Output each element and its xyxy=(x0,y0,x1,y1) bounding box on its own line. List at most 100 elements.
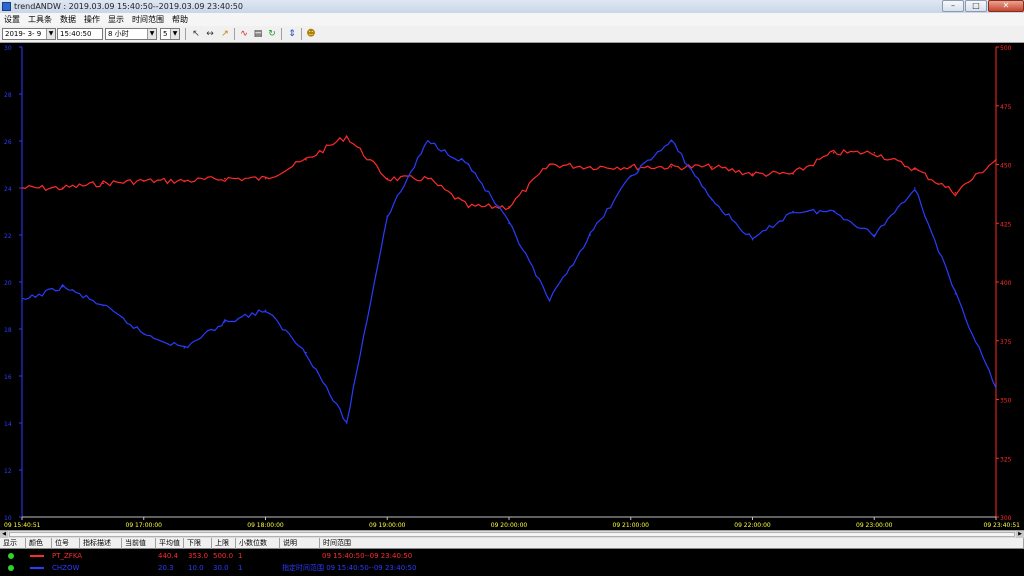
trend-chart[interactable]: 30 28 26 24 22 20 18 16 14 12 10 500 475 450 425 400 375… xyxy=(0,43,1024,530)
series-point-CHZOW xyxy=(589,234,591,236)
refresh-icon[interactable]: ↻ xyxy=(266,28,278,40)
col-time-range[interactable]: 时间范围 xyxy=(320,538,1024,549)
menu-operation[interactable]: 操作 xyxy=(80,13,104,26)
legend-row-2[interactable]: CHZOW 20.3 10.0 30.0 1 指定时间范围 09 15:40:5… xyxy=(0,562,1024,574)
decimals: 1 xyxy=(238,564,243,572)
menu-data[interactable]: 数据 xyxy=(56,13,80,26)
series-point-CHZOW xyxy=(61,285,64,288)
left-tick-label: 28 xyxy=(4,92,12,99)
x-tick-label: 09 20:00:00 xyxy=(491,522,528,529)
series-point-PT_ZFKA xyxy=(508,206,510,208)
left-tick-label: 14 xyxy=(4,421,12,428)
col-low[interactable]: 下限 xyxy=(184,538,212,549)
left-tick-label: 18 xyxy=(4,327,12,334)
cursor-icon[interactable]: ↖ xyxy=(190,28,202,40)
left-tick-label: 20 xyxy=(4,280,12,287)
series-point-CHZOW xyxy=(751,238,754,241)
low-limit: 10.0 xyxy=(188,564,204,572)
col-decimals[interactable]: 小数位数 xyxy=(236,538,280,549)
col-desc[interactable]: 指标描述 xyxy=(80,538,122,549)
right-tick-label: 500 xyxy=(1000,45,1012,52)
series-point-CHZOW xyxy=(21,300,23,302)
series-point-CHZOW xyxy=(467,163,470,166)
col-high[interactable]: 上限 xyxy=(212,538,236,549)
close-button[interactable]: ✕ xyxy=(988,0,1024,12)
chevron-down-icon[interactable]: ▼ xyxy=(46,29,55,39)
chevron-down-icon[interactable]: ▼ xyxy=(147,29,156,39)
time-range: 09 15:40:50--09 23:40:50 xyxy=(322,552,413,560)
span-value: 8 小时 xyxy=(108,30,129,38)
series-point-PT_ZFKA xyxy=(711,166,713,168)
trend-plot[interactable]: 30 28 26 24 22 20 18 16 14 12 10 500 475 450 425 400 375… xyxy=(0,43,1024,530)
legend-row-1[interactable]: PT_ZFKA 440.4 353.0 500.0 1 09 15:40:50-… xyxy=(0,550,1024,562)
series-point-PT_ZFKA xyxy=(914,168,916,170)
zoom-out-icon[interactable]: ↔ xyxy=(204,28,216,40)
chevron-down-icon[interactable]: ▼ xyxy=(170,29,179,39)
series-point-CHZOW xyxy=(345,422,348,424)
right-tick-label: 475 xyxy=(1000,104,1012,111)
col-show[interactable]: 显示 xyxy=(0,538,26,549)
color-swatch[interactable] xyxy=(30,567,44,569)
menu-time-range[interactable]: 时间范围 xyxy=(128,13,168,26)
visible-dot-icon[interactable] xyxy=(8,553,14,559)
trend-icon[interactable]: ↗ xyxy=(219,28,231,40)
step-value: 5 xyxy=(163,30,168,38)
maximize-button[interactable]: □ xyxy=(965,0,987,12)
x-tick-label: 09 23:00:00 xyxy=(856,522,893,529)
series-point-PT_ZFKA xyxy=(61,187,64,189)
toolbar: 2019- 3- 9 ▼ 15:40:50 8 小时 ▼ 5 ▼ ↖ ↔ ↗ ∿… xyxy=(0,26,1024,43)
series-point-CHZOW xyxy=(914,187,916,189)
series-point-CHZOW xyxy=(792,210,794,213)
series-point-PT_ZFKA xyxy=(670,166,673,168)
tag-name: CHZOW xyxy=(52,564,80,572)
save-icon[interactable]: ▤ xyxy=(252,28,264,40)
left-tick-label: 26 xyxy=(4,139,12,146)
right-tick-label: 450 xyxy=(1000,163,1012,170)
series-point-PT_ZFKA xyxy=(751,173,754,175)
col-color[interactable]: 颜色 xyxy=(26,538,52,549)
decimals: 1 xyxy=(238,552,243,560)
toolbar-separator xyxy=(301,28,302,40)
series-point-PT_ZFKA xyxy=(792,173,794,175)
series-point-CHZOW xyxy=(954,293,957,295)
menu-help[interactable]: 帮助 xyxy=(168,13,192,26)
step-select[interactable]: 5 ▼ xyxy=(160,28,180,40)
app-icon xyxy=(2,2,11,11)
time-picker[interactable]: 15:40:50 xyxy=(57,28,103,40)
scroll-left-icon[interactable]: ◀ xyxy=(0,531,8,538)
col-tag[interactable]: 位号 xyxy=(52,538,80,549)
menu-settings[interactable]: 设置 xyxy=(0,13,24,26)
minimize-button[interactable]: – xyxy=(942,0,964,12)
legend-table: 显示 颜色 位号 指标描述 当前值 平均值 下限 上限 小数位数 说明 时间范围… xyxy=(0,538,1024,576)
color-swatch[interactable] xyxy=(30,555,44,557)
help-icon[interactable]: ☻ xyxy=(305,28,317,40)
x-tick-label: 09 19:00:00 xyxy=(369,522,406,529)
series-point-PT_ZFKA xyxy=(548,163,551,166)
right-tick-label: 375 xyxy=(1000,339,1012,346)
wave-icon[interactable]: ∿ xyxy=(238,28,250,40)
split-icon[interactable]: ⇕ xyxy=(286,28,298,40)
horizontal-scrollbar[interactable]: ◀ ▶ xyxy=(0,530,1024,538)
scroll-thumb[interactable] xyxy=(9,532,1015,537)
col-current[interactable]: 当前值 xyxy=(122,538,156,549)
series-point-PT_ZFKA xyxy=(995,159,997,161)
scroll-right-icon[interactable]: ▶ xyxy=(1016,531,1024,538)
menu-display[interactable]: 显示 xyxy=(104,13,128,26)
menu-toolbar[interactable]: 工具条 xyxy=(24,13,56,26)
left-tick-label: 10 xyxy=(4,515,12,522)
date-picker[interactable]: 2019- 3- 9 ▼ xyxy=(2,28,56,40)
toolbar-separator xyxy=(281,28,282,40)
visible-dot-icon[interactable] xyxy=(8,565,14,571)
x-tick-label: 09 21:00:00 xyxy=(613,522,650,529)
right-tick-label: 400 xyxy=(1000,280,1012,287)
series-point-PT_ZFKA xyxy=(873,152,876,154)
series-point-PT_ZFKA xyxy=(264,177,267,180)
right-tick-label: 425 xyxy=(1000,221,1012,228)
series-point-CHZOW xyxy=(548,300,551,302)
col-remark[interactable]: 说明 xyxy=(280,538,320,549)
col-average[interactable]: 平均值 xyxy=(156,538,184,549)
series-point-PT_ZFKA xyxy=(467,206,470,208)
left-tick-label: 24 xyxy=(4,186,12,193)
right-tick-label: 350 xyxy=(1000,398,1012,405)
span-select[interactable]: 8 小时 ▼ xyxy=(105,28,157,40)
